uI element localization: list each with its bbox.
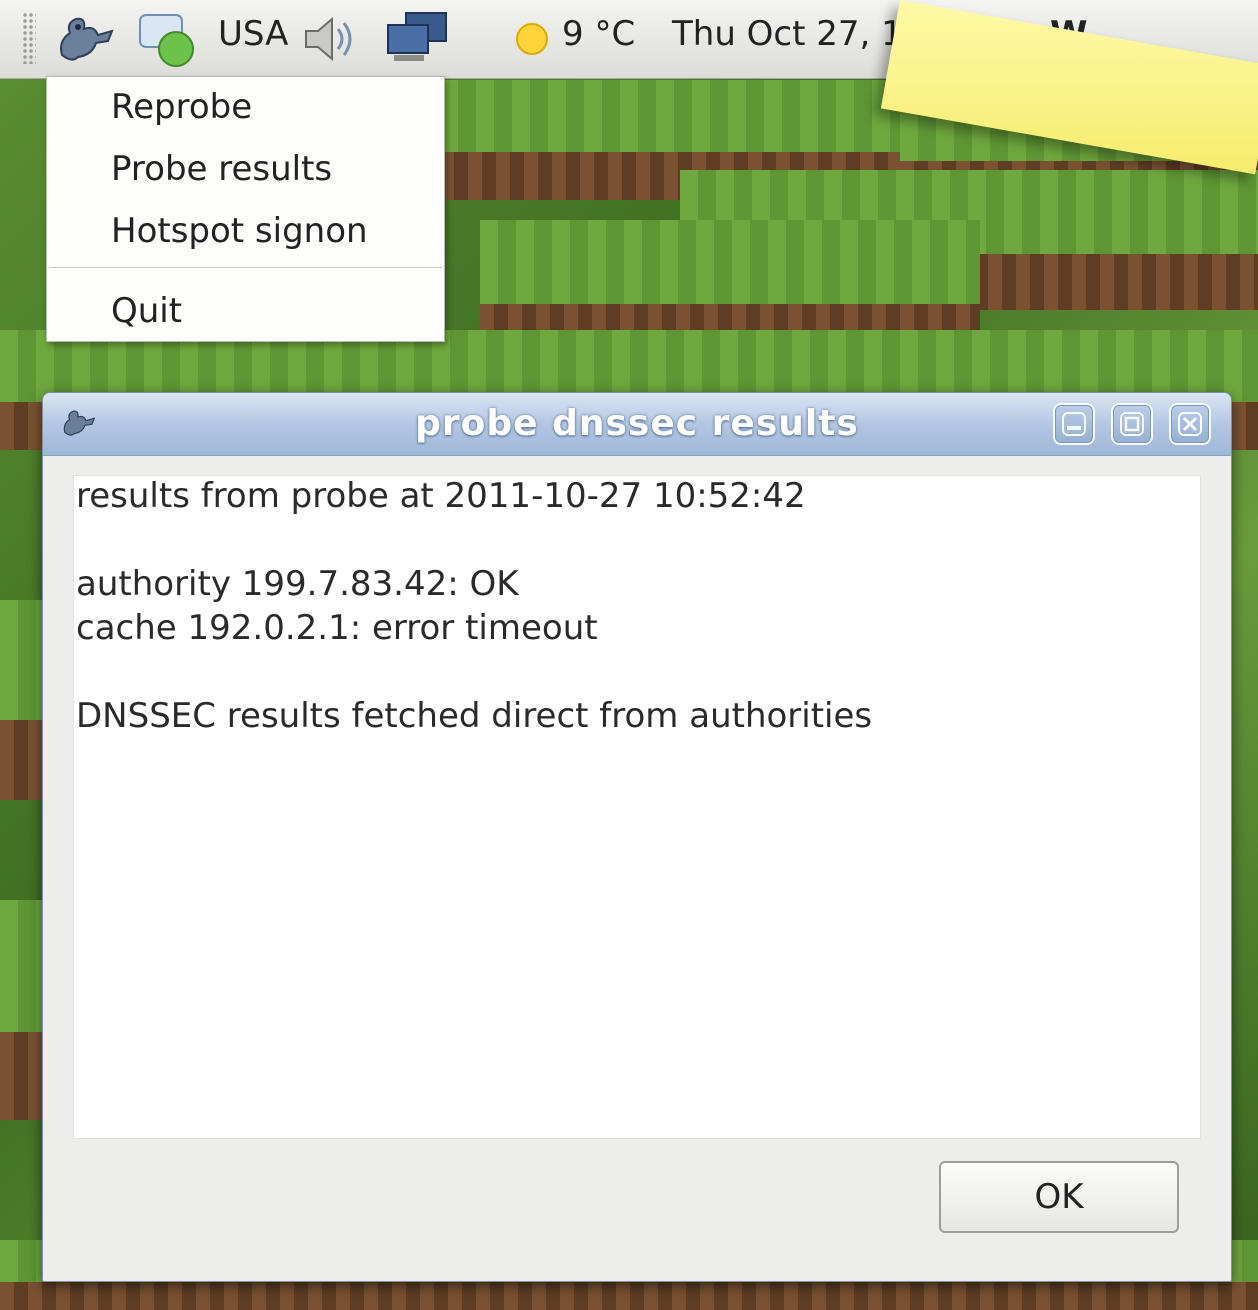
menu-item-label: Reprobe (111, 87, 253, 127)
minimize-button[interactable] (1053, 403, 1095, 445)
dnssec-monitor-icon[interactable] (52, 10, 120, 68)
network-icon[interactable] (384, 10, 452, 68)
menu-item-hotspot-signon[interactable]: Hotspot signon (47, 203, 444, 259)
menu-item-reprobe[interactable]: Reprobe (47, 79, 444, 135)
ok-button[interactable]: OK (939, 1161, 1179, 1233)
volume-icon[interactable] (300, 10, 360, 68)
tray-popup-menu: Reprobe Probe results Hotspot signon Qui… (46, 76, 445, 342)
maximize-icon (1120, 412, 1144, 436)
close-icon (1178, 412, 1202, 436)
menu-item-quit[interactable]: Quit (47, 283, 444, 339)
maximize-button[interactable] (1111, 403, 1153, 445)
close-button[interactable] (1169, 403, 1211, 445)
chat-status-icon[interactable] (136, 10, 198, 68)
probe-results-dialog: probe dnssec results results from probe … (42, 392, 1232, 1282)
menu-item-label: Hotspot signon (111, 211, 368, 251)
minimize-icon (1062, 412, 1086, 436)
menu-item-label: Probe results (111, 149, 333, 189)
authority-result-line: authority 199.7.83.42: OK (76, 564, 519, 604)
results-text-area[interactable]: results from probe at 2011-10-27 10:52:4… (73, 475, 1201, 1139)
menu-item-label: Quit (111, 291, 183, 331)
temperature-label[interactable]: 9 °C (562, 14, 635, 54)
weather-sun-icon (512, 10, 552, 68)
menu-item-probe-results[interactable]: Probe results (47, 141, 444, 197)
keyboard-layout-indicator[interactable]: USA (218, 14, 288, 54)
results-header-line: results from probe at 2011-10-27 10:52:4… (76, 476, 806, 516)
dnssec-summary-line: DNSSEC results fetched direct from autho… (76, 696, 873, 736)
cache-result-line: cache 192.0.2.1: error timeout (76, 608, 598, 648)
menu-separator (49, 267, 442, 269)
panel-grip[interactable] (22, 12, 36, 64)
dialog-titlebar[interactable]: probe dnssec results (43, 393, 1231, 456)
